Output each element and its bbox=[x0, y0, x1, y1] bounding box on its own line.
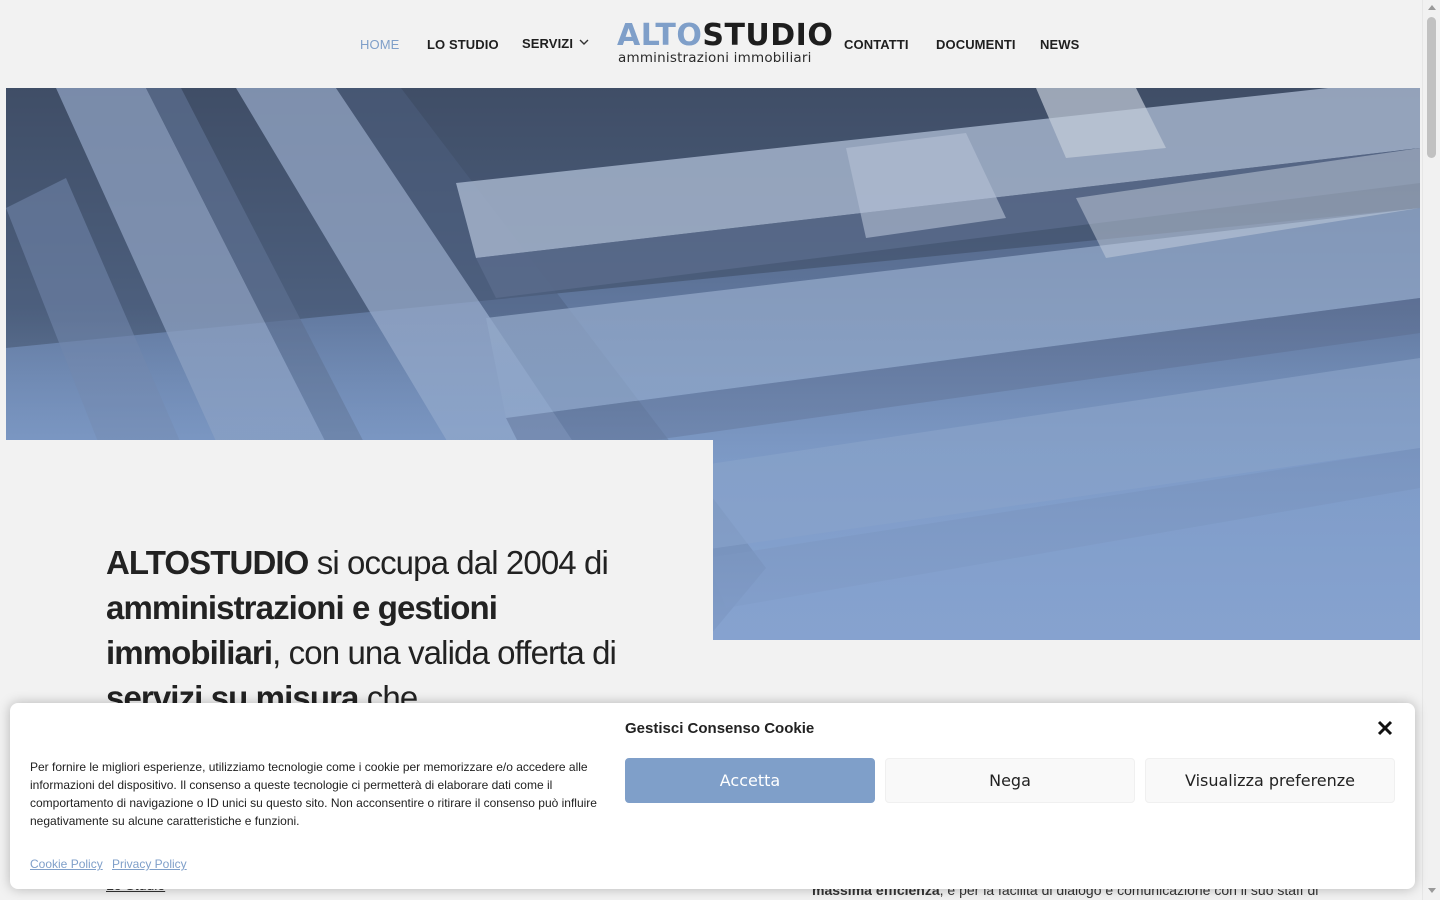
intro-text-2: , con una valida offerta di bbox=[272, 634, 617, 671]
intro-text-1: si occupa dal 2004 di bbox=[308, 544, 609, 581]
chevron-down-icon[interactable] bbox=[578, 36, 590, 48]
logo-wordmark: ALTOSTUDIO bbox=[617, 18, 833, 54]
accept-button[interactable]: Accetta bbox=[625, 758, 875, 803]
logo[interactable]: ALTOSTUDIO amministrazioni immobiliari bbox=[617, 18, 833, 68]
cookie-title: Gestisci Consenso Cookie bbox=[625, 720, 815, 737]
scroll-down-arrow-icon[interactable] bbox=[1428, 888, 1436, 893]
scrollbar[interactable] bbox=[1422, 0, 1440, 900]
nav-documenti[interactable]: DOCUMENTI bbox=[936, 37, 1016, 52]
nav-servizi[interactable]: SERVIZI bbox=[522, 36, 573, 51]
cookie-consent-banner: Gestisci Consenso Cookie Per fornire le … bbox=[10, 703, 1415, 889]
scroll-thumb[interactable] bbox=[1427, 17, 1436, 158]
nav-contatti[interactable]: CONTATTI bbox=[844, 37, 909, 52]
view-preferences-button[interactable]: Visualizza preferenze bbox=[1145, 758, 1395, 803]
nav-home[interactable]: HOME bbox=[360, 37, 399, 52]
logo-alto: ALTO bbox=[617, 18, 703, 53]
scroll-up-arrow-icon[interactable] bbox=[1428, 5, 1436, 10]
deny-button[interactable]: Nega bbox=[885, 758, 1135, 803]
logo-studio: STUDIO bbox=[702, 18, 834, 53]
cookie-description: Per fornire le migliori esperienze, util… bbox=[30, 760, 597, 828]
nav-lo-studio[interactable]: LO STUDIO bbox=[427, 37, 499, 52]
logo-subtitle: amministrazioni immobiliari bbox=[618, 50, 812, 66]
intro-brand: ALTOSTUDIO bbox=[106, 544, 309, 581]
site-header: HOME LO STUDIO SERVIZI ALTOSTUDIO ammini… bbox=[0, 0, 1422, 88]
cookie-policy-link[interactable]: Cookie Policy bbox=[30, 857, 103, 871]
nav-news[interactable]: NEWS bbox=[1040, 37, 1079, 52]
close-icon[interactable] bbox=[1376, 719, 1394, 737]
privacy-policy-link[interactable]: Privacy Policy bbox=[112, 857, 187, 871]
intro-paragraph: ALTOSTUDIO si occupa dal 2004 di amminis… bbox=[106, 540, 626, 720]
